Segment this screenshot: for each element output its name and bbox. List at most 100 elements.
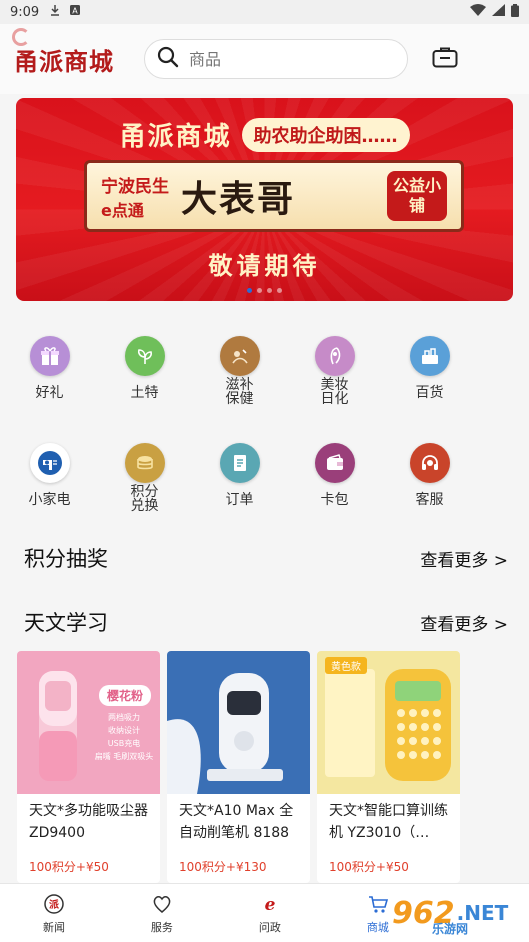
status-time: 9:09 <box>10 4 40 20</box>
carousel-indicator <box>16 288 513 293</box>
view-more-link[interactable]: 查看更多 > <box>420 546 508 571</box>
section-points-lottery: 积分抽奖 查看更多 > <box>24 543 508 573</box>
beauty-icon <box>314 336 355 376</box>
banner-title: 甬派商城 <box>119 122 232 152</box>
category-local-specialty[interactable]: 土特 <box>97 336 192 406</box>
product-tag: 樱花粉 <box>99 685 152 706</box>
download-icon <box>49 4 61 20</box>
leaf-icon <box>124 336 165 376</box>
category-label: 客服 <box>415 492 444 508</box>
category-grid-row1: 好礼 土特 滋补 保健 美妆 日化 百货 <box>0 336 529 406</box>
banner-badge: 公益小铺 <box>387 171 447 221</box>
basket-icon <box>409 336 450 376</box>
wifi-icon <box>470 4 486 20</box>
product-card[interactable]: 天文*A10 Max 全自动削笔机 8188 100积分+¥130 <box>167 651 310 883</box>
search-input[interactable] <box>189 49 389 69</box>
product-features: 两档吸力 收纳设计 USB充电 扁嘴 毛刷双吸头 <box>93 711 155 763</box>
banner-brand: 宁波民生 e点通 <box>101 172 169 221</box>
product-feature: 两档吸力 <box>108 713 140 722</box>
product-name: 天文*A10 Max 全自动削笔机 8188 <box>179 803 294 841</box>
category-label: 滋补 保健 <box>225 377 254 407</box>
category-label: 卡包 <box>320 492 349 508</box>
product-card[interactable]: 黄色款 天文*智能口算训练机 YZ3010（… 100积分+¥50 <box>317 651 460 883</box>
document-icon <box>219 443 260 483</box>
product-tag: 黄色款 <box>325 657 367 674</box>
headset-icon <box>409 443 450 483</box>
tab-label: 商城 <box>366 920 389 934</box>
carousel-dot[interactable] <box>247 288 252 293</box>
product-list: 樱花粉 两档吸力 收纳设计 USB充电 扁嘴 毛刷双吸头 天文*多功能吸尘器ZD… <box>17 651 460 883</box>
category-customer-service[interactable]: 客服 <box>382 443 477 513</box>
briefcase-icon <box>432 46 458 72</box>
product-price: 100积分+¥50 <box>29 860 109 874</box>
category-label: 积分 兑换 <box>130 484 159 514</box>
header: 甬派商城 <box>0 24 529 94</box>
news-icon: 派 <box>43 892 65 916</box>
battery-icon <box>511 3 519 21</box>
category-label: 好礼 <box>35 385 64 401</box>
category-label: 美妆 日化 <box>320 377 349 407</box>
product-feature: 扁嘴 毛刷双吸头 <box>94 752 154 761</box>
section-title: 积分抽奖 <box>24 547 108 571</box>
category-small-appliances[interactable]: 小家电 <box>2 443 97 513</box>
tab-label: 服务 <box>150 920 173 934</box>
product-name: 天文*多功能吸尘器ZD9400 <box>29 803 148 841</box>
app-notification-icon: A <box>69 4 81 20</box>
category-beauty[interactable]: 美妆 日化 <box>287 336 382 406</box>
promo-banner[interactable]: 甬派商城 助农助企助困…… 宁波民生 e点通 大表哥 公益小铺 敬请期待 <box>16 98 513 301</box>
product-image: 黄色款 <box>317 651 460 794</box>
signal-icon <box>492 4 505 20</box>
logo-text: 甬派商城 <box>14 46 114 76</box>
search-icon <box>157 46 179 72</box>
carousel-dot[interactable] <box>277 288 282 293</box>
watermark-overlay: 962 .NET 乐游网 <box>392 884 529 942</box>
inquiry-icon: e <box>259 892 281 916</box>
category-orders[interactable]: 订单 <box>192 443 287 513</box>
logo-ring <box>12 27 30 46</box>
tab-label: 新闻 <box>42 920 65 934</box>
herbal-icon <box>219 336 260 376</box>
section-astronomy: 天文学习 查看更多 > <box>24 607 508 637</box>
watermark-subtext: 乐游网 <box>432 922 469 936</box>
category-label: 百货 <box>415 385 444 401</box>
banner-brand-line2: e点通 <box>101 200 144 220</box>
coins-icon <box>124 443 165 483</box>
tab-service[interactable]: 服务 <box>108 884 216 942</box>
category-card-wallet[interactable]: 卡包 <box>287 443 382 513</box>
mall-logo[interactable]: 甬派商城 <box>12 27 132 77</box>
banner-brand-line1: 宁波民生 <box>101 176 169 197</box>
category-gift[interactable]: 好礼 <box>2 336 97 406</box>
product-image <box>167 651 310 794</box>
toolbox-button[interactable] <box>428 42 462 76</box>
product-price: 100积分+¥50 <box>329 860 409 874</box>
category-points-exchange[interactable]: 积分 兑换 <box>97 443 192 513</box>
search-bar[interactable] <box>144 39 408 79</box>
product-feature: 收纳设计 <box>108 726 140 735</box>
product-feature: USB充电 <box>107 739 141 748</box>
svg-text:派: 派 <box>49 899 60 911</box>
tab-label: 问政 <box>258 920 281 934</box>
banner-main-text: 大表哥 <box>181 179 296 220</box>
category-general-goods[interactable]: 百货 <box>382 336 477 406</box>
product-name: 天文*智能口算训练机 YZ3010（… <box>329 803 448 841</box>
wallet-icon <box>314 443 355 483</box>
banner-slogan: 助农助企助困…… <box>241 117 410 152</box>
section-title: 天文学习 <box>24 611 108 635</box>
product-price: 100积分+¥130 <box>179 860 267 874</box>
tab-news[interactable]: 派 新闻 <box>0 884 108 942</box>
service-icon <box>151 892 173 916</box>
svg-text:A: A <box>72 7 78 16</box>
product-image: 樱花粉 两档吸力 收纳设计 USB充电 扁嘴 毛刷双吸头 <box>17 651 160 794</box>
carousel-dot[interactable] <box>257 288 262 293</box>
product-card[interactable]: 樱花粉 两档吸力 收纳设计 USB充电 扁嘴 毛刷双吸头 天文*多功能吸尘器ZD… <box>17 651 160 883</box>
banner-plaque: 宁波民生 e点通 大表哥 公益小铺 <box>84 160 464 232</box>
pencil-sharpener-image <box>167 673 283 794</box>
tab-inquiry[interactable]: e 问政 <box>216 884 324 942</box>
view-more-link[interactable]: 查看更多 > <box>420 610 508 635</box>
carousel-dot[interactable] <box>267 288 272 293</box>
category-grid-row2: 小家电 积分 兑换 订单 卡包 客服 <box>0 443 529 513</box>
cart-icon <box>367 892 389 916</box>
category-health-supplements[interactable]: 滋补 保健 <box>192 336 287 406</box>
status-bar: 9:09 A <box>0 0 529 24</box>
banner-subtitle: 敬请期待 <box>208 252 321 280</box>
